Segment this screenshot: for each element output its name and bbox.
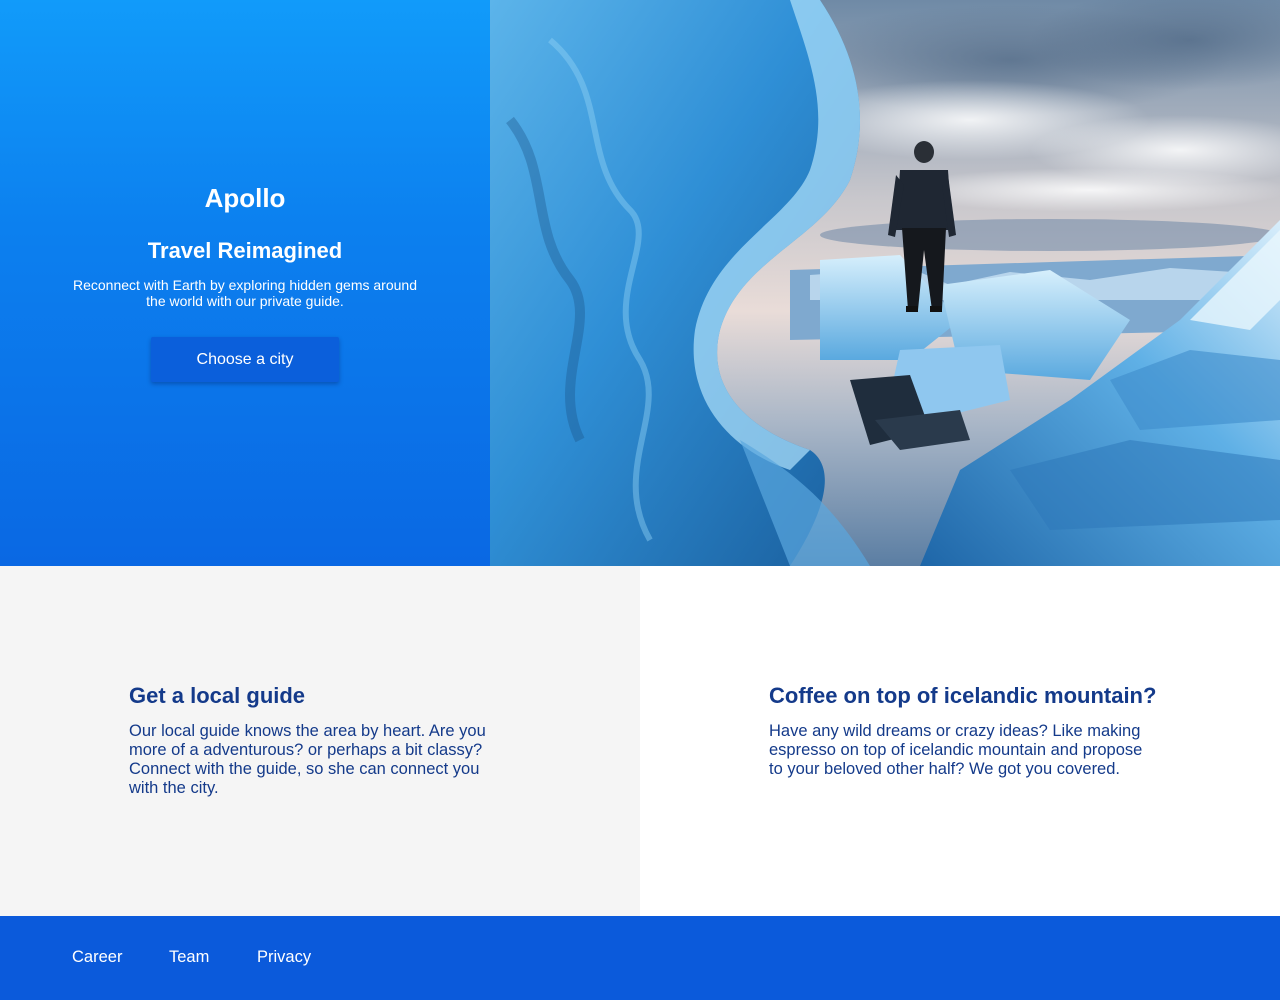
brand-logo[interactable]: Apollo <box>0 181 490 215</box>
iceland-photo <box>490 0 1280 566</box>
feature-text: Our local guide knows the area by heart.… <box>129 722 486 797</box>
feature-coffee: Coffee on top of icelandic mountain? Hav… <box>640 566 1280 916</box>
hero-subtitle: Reconnect with Earth by exploring hidden… <box>73 277 417 309</box>
feature-text: Have any wild dreams or crazy ideas? Lik… <box>769 722 1143 778</box>
hero-title: Travel Reimagined <box>147 238 343 263</box>
footer-link-team[interactable]: Team <box>169 947 209 967</box>
feature-local-guide: Get a local guide Our local guide knows … <box>0 566 640 916</box>
choose-city-button[interactable]: Choose a city <box>151 337 339 382</box>
footer-link-privacy[interactable]: Privacy <box>257 947 311 967</box>
feature-title: Get a local guide <box>129 683 306 708</box>
hero-photo <box>490 0 1280 566</box>
hero-panel: Apollo Travel Reimagined Reconnect with … <box>0 0 490 566</box>
footer: Career Team Privacy <box>0 916 1280 1000</box>
hero-section: Apollo Travel Reimagined Reconnect with … <box>0 0 1280 566</box>
feature-title: Coffee on top of icelandic mountain? <box>769 683 1157 708</box>
footer-link-career[interactable]: Career <box>72 947 122 967</box>
